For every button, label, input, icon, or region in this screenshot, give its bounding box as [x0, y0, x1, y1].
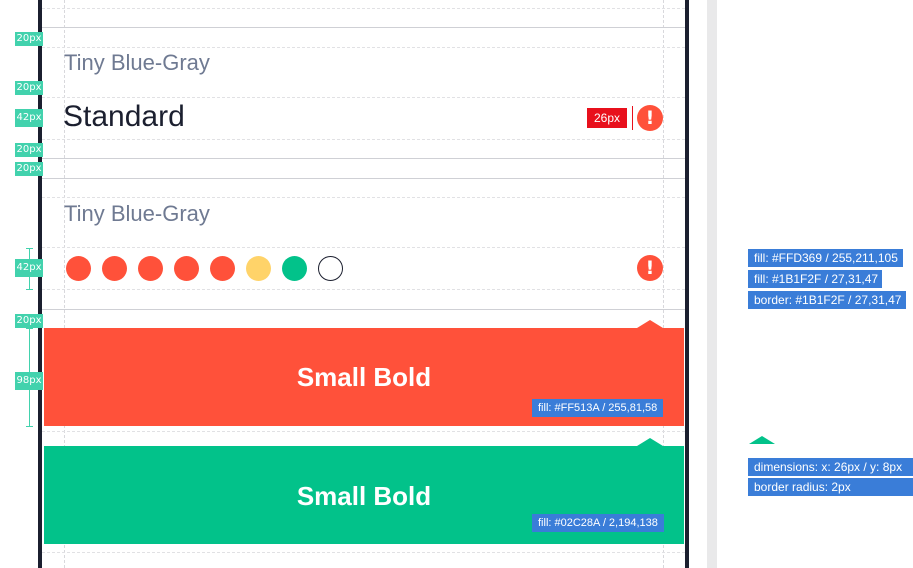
color-dot — [246, 256, 271, 281]
band-notch — [637, 438, 663, 446]
spacing-badge: 98px — [15, 372, 43, 390]
spacing-badge: 42px — [15, 109, 43, 127]
measure-tick — [26, 328, 33, 329]
color-dot — [102, 256, 127, 281]
guide-h — [42, 247, 685, 248]
color-dot — [174, 256, 199, 281]
band-notch — [637, 320, 663, 328]
color-dot — [210, 256, 235, 281]
spacing-badge: 20px — [15, 162, 43, 176]
measure-tick — [26, 248, 33, 249]
spacing-badge: 20px — [15, 81, 43, 95]
section-label: Tiny Blue-Gray — [64, 201, 210, 226]
divider — [42, 27, 685, 28]
scrollbar[interactable] — [707, 0, 717, 568]
divider — [42, 178, 685, 179]
divider — [42, 309, 685, 310]
color-dot — [138, 256, 163, 281]
standard-title: Standard — [63, 100, 185, 133]
notch-sample — [749, 436, 775, 444]
divider — [42, 158, 685, 159]
fill-annotation: fill: #FF513A / 255,81,58 — [532, 399, 664, 417]
fill-annotation: fill: #02C28A / 2,194,138 — [532, 514, 664, 532]
spec-annotation: fill: #1B1F2F / 27,31,47 — [748, 270, 882, 288]
error-icon: ! — [637, 255, 663, 281]
spec-annotation: border: #1B1F2F / 27,31,47 — [748, 291, 906, 309]
guide-h — [42, 197, 685, 198]
measure-tick — [26, 289, 33, 290]
spacing-badge: 20px — [15, 32, 43, 46]
spacing-badge: 20px — [15, 314, 43, 328]
guide-h — [42, 431, 685, 432]
guide-h — [42, 552, 685, 553]
spacing-badge: 42px — [15, 259, 43, 277]
spec-annotation: border radius: 2px — [748, 478, 913, 496]
section-label: Tiny Blue-Gray — [64, 50, 210, 75]
size-badge: 26px — [587, 108, 627, 128]
guide-h — [42, 289, 685, 290]
size-measure — [632, 106, 635, 130]
spec-annotation: fill: #FFD369 / 255,211,105 — [748, 249, 903, 267]
phone-frame-right — [685, 0, 689, 568]
error-icon: ! — [637, 105, 663, 131]
guide-h — [42, 97, 685, 98]
color-dot — [66, 256, 91, 281]
guide-h — [42, 47, 685, 48]
spec-annotation: dimensions: x: 26px / y: 8px — [748, 458, 913, 476]
guide-h — [42, 8, 685, 9]
measure-tick — [26, 426, 33, 427]
spacing-badge: 20px — [15, 143, 43, 157]
guide-h — [42, 139, 685, 140]
color-dot — [282, 256, 307, 281]
color-dot — [318, 256, 343, 281]
